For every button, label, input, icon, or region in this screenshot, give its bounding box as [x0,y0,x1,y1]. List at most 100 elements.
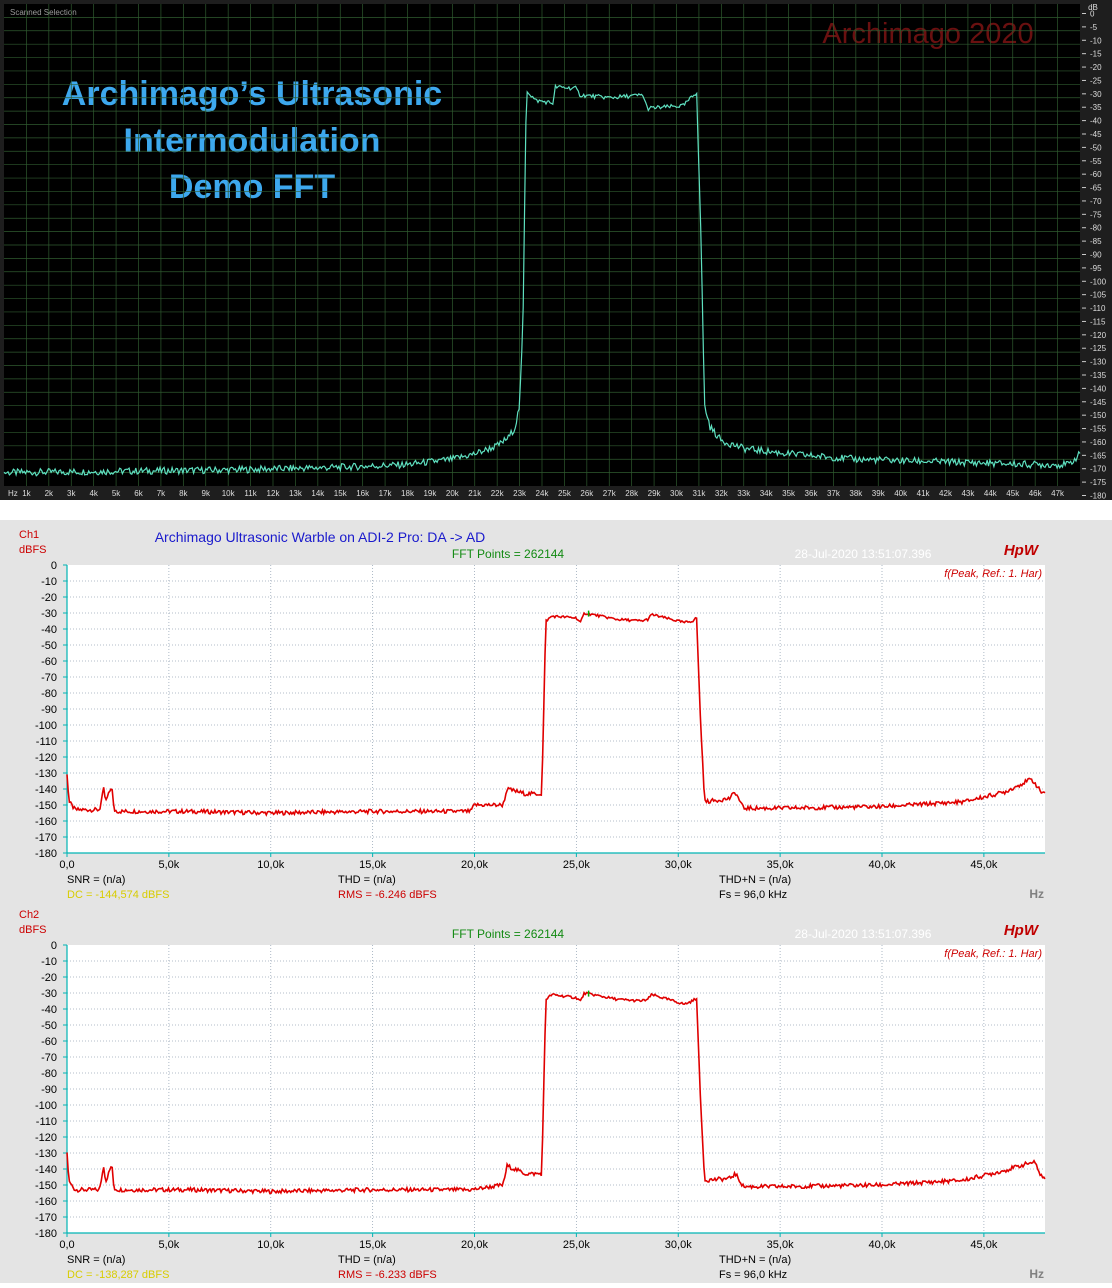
spectrum-y-tick-label: -160 [1090,438,1107,447]
fft-x-tick-label: 5,0k [158,1239,179,1251]
spectrum-x-tick-label: 19k [423,489,437,498]
spectrum-x-tick-label: 17k [379,489,393,498]
thd-readout: THD = (n/a) [338,874,396,886]
fft-x-tick-label: 20,0k [461,1239,488,1251]
fft-x-tick-label: 25,0k [563,1239,590,1251]
spectrum-x-tick-label: 21k [468,489,482,498]
spectrum-y-tick-label: -30 [1090,90,1102,99]
channel-1-chart: 0 -10 -20 -30 -40 -50 -60 -70 -80 -90 -100 -110 -120… [19,529,1046,901]
spectrum-x-tick-label: 45k [1006,489,1020,498]
spectrum-x-tick-label: 15k [334,489,348,498]
fft-y-tick-label: -10 [41,956,57,968]
fft-x-tick-label: 35,0k [767,859,794,871]
spectrum-y-tick-label: -60 [1090,170,1102,179]
fft-x-tick-label: 10,0k [257,1239,284,1251]
spectrum-x-tick-label: 25k [558,489,572,498]
spectrum-x-tick-label: 23k [513,489,527,498]
fft-x-tick-label: 30,0k [665,859,692,871]
fft-y-tick-label: -170 [35,832,57,844]
fft-chart: Archimago Ultrasonic Warble on ADI-2 Pro… [19,529,1046,1281]
spectrum-x-tick-label: 7k [157,489,166,498]
channel-unit: dBFS [19,544,47,556]
spectrum-y-tick-label: -90 [1090,251,1102,260]
spectrum-x-tick-label: 31k [692,489,706,498]
spectrum-x-tick-label: 35k [782,489,796,498]
spectrum-y-tick-label: -155 [1090,425,1107,434]
fft-y-tick-label: -90 [41,1084,57,1096]
fft-y-tick-label: -160 [35,1196,57,1208]
spectrum-y-tick-label: -70 [1090,197,1102,206]
spectrum-y-tick-label: -20 [1090,63,1102,72]
spectrum-x-tick-label: 47k [1051,489,1065,498]
overlay-title-line-2: Intermodulation [124,122,381,160]
spectrum-x-tick-label: 5k [112,489,121,498]
spectrum-y-tick-label: -65 [1090,184,1102,193]
spectrum-y-tick-label: -150 [1090,411,1107,420]
spectrum-x-tick-label: 22k [491,489,505,498]
window-label: Scanned Selection [10,8,77,17]
spectrum-y-tick-label: -45 [1090,130,1102,139]
spectrum-x-tick-label: 1k [22,489,31,498]
fft-x-tick-label: 10,0k [257,859,284,871]
fft-y-tick-label: -60 [41,656,57,668]
spectrum-x-tick-label: 13k [289,489,303,498]
fft-y-tick-label: -160 [35,816,57,828]
fft-points-label: FFT Points = 262144 [452,927,565,941]
fft-y-tick-label: -50 [41,640,57,652]
fft-y-tick-label: -120 [35,752,57,764]
fft-x-tick-label: 0,0 [59,859,74,871]
spectrum-y-tick-label: -145 [1090,398,1107,407]
fft-y-tick-label: -90 [41,704,57,716]
fft-y-tick-label: -20 [41,592,57,604]
spectrum-x-tick-label: 46k [1029,489,1043,498]
fft-x-tick-label: 25,0k [563,859,590,871]
spectrum-x-tick-label: Hz [8,489,18,498]
spectrum-x-tick-label: 12k [267,489,281,498]
spectrum-y-tick-label: -110 [1090,304,1106,313]
snr-readout: SNR = (n/a) [67,1254,125,1266]
spectrum-x-tick-label: 2k [45,489,54,498]
spectrum-y-tick-label: -5 [1090,23,1098,32]
spectrum-y-tick-label: -175 [1090,478,1107,487]
dc-readout: DC = -144,574 dBFS [67,889,169,901]
fft-x-tick-label: 30,0k [665,1239,692,1251]
fft-x-tick-label: 15,0k [359,1239,386,1251]
spectrum-y-tick-label: -35 [1090,103,1102,112]
fft-y-tick-label: -30 [41,988,57,1000]
spectrum-y-tick-label: -135 [1090,371,1107,380]
fft-y-tick-label: -80 [41,688,57,700]
spectrum-x-tick-label: 24k [536,489,550,498]
spectrum-y-tick-label: -140 [1090,384,1107,393]
fft-y-tick-label: -70 [41,1052,57,1064]
fft-y-tick-label: -180 [35,848,57,860]
channel-name: Ch1 [19,529,39,541]
spectrum-x-tick-label: 20k [446,489,460,498]
spectrum-x-tick-label: 11k [244,489,257,498]
spectrum-y-tick-label: -125 [1090,344,1107,353]
spectrum-x-tick-label: 16k [356,489,370,498]
spectrum-x-tick-label: 3k [67,489,76,498]
spectrum-x-tick-label: 27k [603,489,617,498]
thdn-readout: THD+N = (n/a) [719,1254,791,1266]
fft-y-tick-label: -150 [35,800,57,812]
spectrum-y-tick-label: -50 [1090,143,1102,152]
spectrum-x-tick-label: 36k [805,489,819,498]
fft-title: Archimago Ultrasonic Warble on ADI-2 Pro… [155,529,486,545]
spectrum-x-tick-label: 4k [89,489,98,498]
fs-readout: Fs = 96,0 kHz [719,889,787,901]
peak-note: f(Peak, Ref.: 1. Har) [944,568,1042,580]
fft-y-tick-label: -110 [36,736,57,748]
spectrum-x-tick-label: 29k [648,489,662,498]
fft-x-tick-label: 40,0k [869,859,896,871]
spectrum-y-tick-label: -100 [1090,277,1107,286]
fft-y-tick-label: -170 [35,1212,57,1224]
spectrum-y-tick-label: -130 [1090,358,1107,367]
fft-y-tick-label: -180 [35,1228,57,1240]
fft-y-tick-label: -100 [35,720,57,732]
spectrum-x-tick-label: 10k [222,489,236,498]
spectrum-y-tick-label: -105 [1090,291,1107,300]
snr-readout: SNR = (n/a) [67,874,125,886]
spectrum-y-tick-label: -40 [1090,117,1102,126]
fft-y-tick-label: -30 [41,608,57,620]
fft-y-tick-label: -130 [35,768,57,780]
